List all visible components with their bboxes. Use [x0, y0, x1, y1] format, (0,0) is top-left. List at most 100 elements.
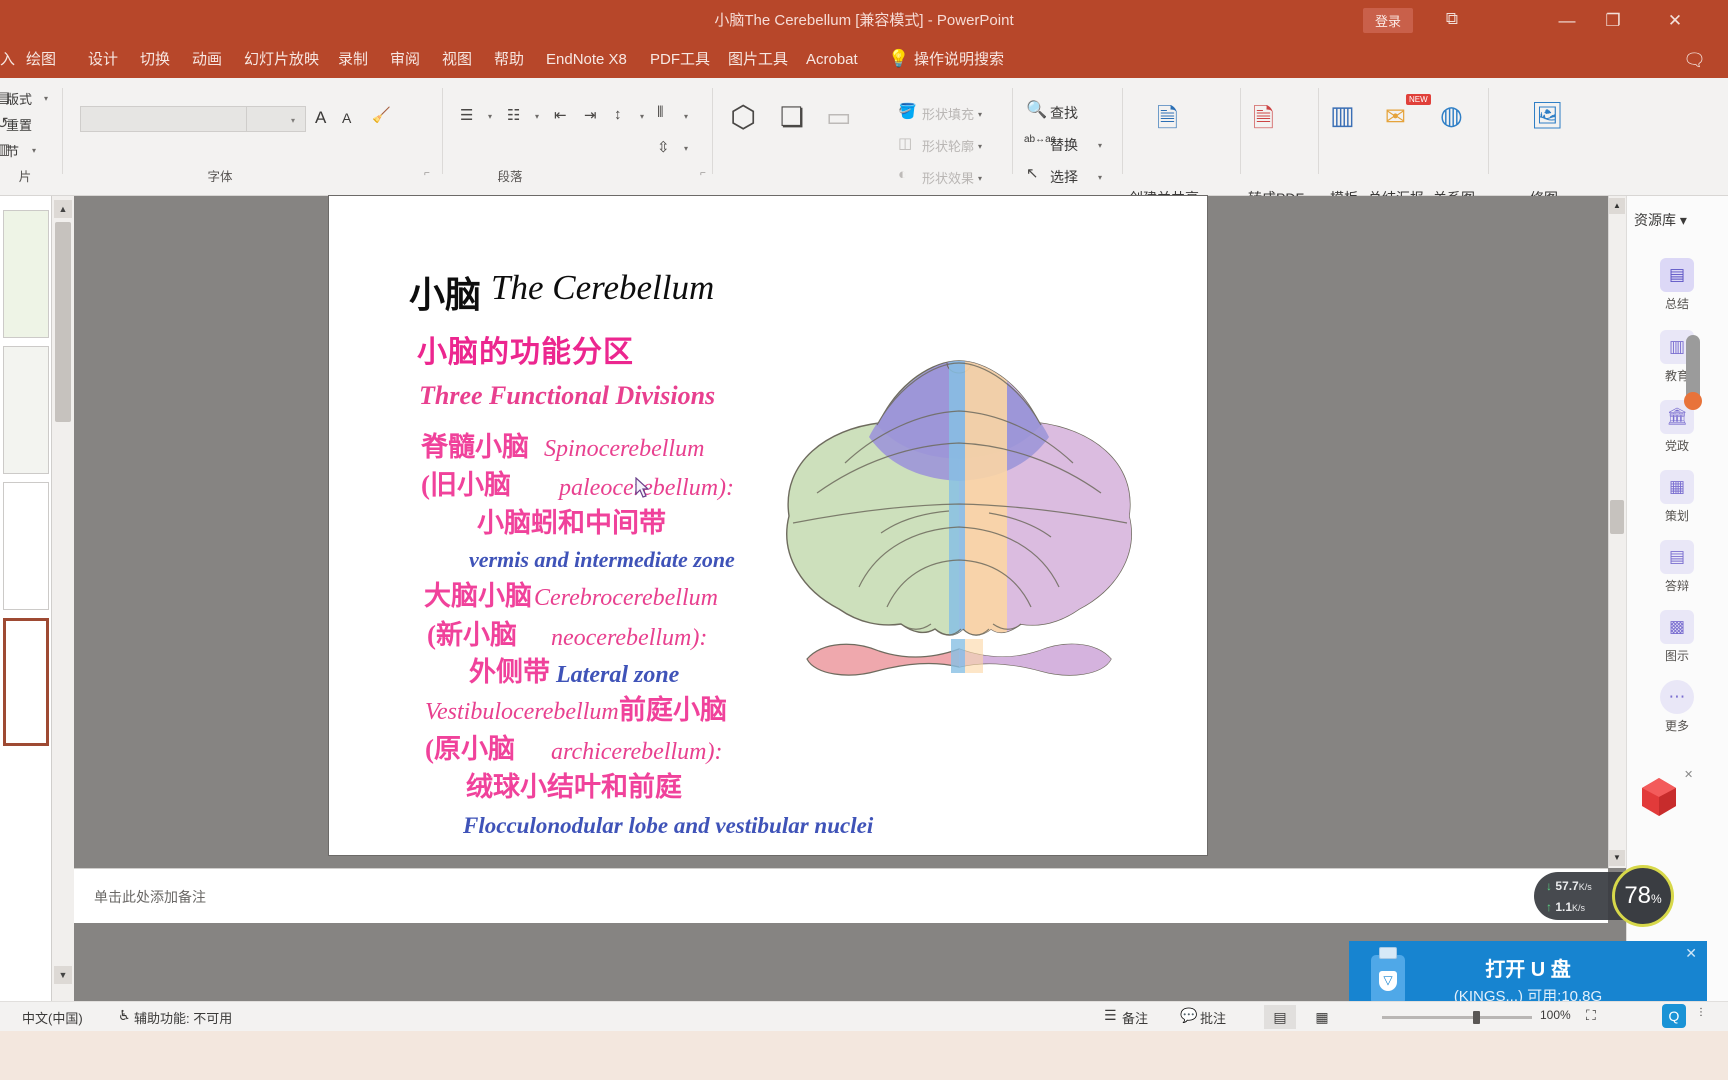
template-icon[interactable]: ▥ [1330, 100, 1355, 131]
sidebar-item-defense[interactable]: ▤ 答辩 [1640, 540, 1714, 594]
language-status[interactable]: 中文(中国) [22, 1008, 83, 1027]
align-text-caret-icon[interactable]: ▾ [684, 144, 688, 153]
select-caret-icon[interactable]: ▾ [1098, 173, 1102, 182]
cpu-usage-widget[interactable]: 78% [1612, 865, 1674, 927]
sidebar-item-diagram[interactable]: ▩ 图示 [1640, 610, 1714, 664]
tab-design[interactable]: 设计 [88, 41, 118, 78]
usb-toast-title[interactable]: 打开 U 盘 [1349, 953, 1707, 982]
notes-button[interactable]: 备注 [1122, 1008, 1148, 1027]
sidebar-item-planning[interactable]: ▦ 策划 [1640, 470, 1714, 524]
find-button[interactable]: 查找 [1050, 103, 1078, 123]
tab-record[interactable]: 录制 [338, 41, 368, 78]
text-align-vertical-icon[interactable]: ⦀ [657, 104, 664, 121]
shape-outline-button[interactable]: 形状轮廓 [922, 136, 974, 155]
select-button[interactable]: 选择 [1050, 167, 1078, 187]
layout-button[interactable]: 版式 [6, 89, 32, 108]
resource-library-title[interactable]: 资源库 ▾ [1634, 210, 1687, 230]
report-icon[interactable]: ✉ [1385, 102, 1406, 132]
tab-picture-tools[interactable]: 图片工具 [728, 41, 788, 78]
share-icon[interactable]: 🗨 [1683, 50, 1706, 71]
font-size-combo[interactable]: ▾ [246, 106, 306, 132]
slide-thumbnail-3[interactable] [3, 482, 49, 610]
slide-scroll-down-icon[interactable]: ▼ [1609, 850, 1625, 866]
qq-pinyin-icon[interactable]: Q [1662, 1004, 1686, 1028]
find-icon[interactable]: 🔍 [1026, 100, 1047, 120]
retouch-image-icon[interactable]: 🖼 [1531, 100, 1564, 131]
slide-sorter-icon[interactable]: ▦ [1306, 1005, 1338, 1029]
wps-assistant-icon[interactable] [1638, 775, 1680, 817]
bullets-caret-icon[interactable]: ▾ [488, 112, 492, 121]
section-caret-icon[interactable]: ▾ [32, 146, 36, 155]
slide-thumbnail-1[interactable] [3, 210, 49, 338]
comments-button[interactable]: 批注 [1200, 1008, 1226, 1027]
convert-to-pdf-icon[interactable]: 🗎 [1253, 100, 1274, 144]
tell-me-lightbulb-icon[interactable]: 💡 [888, 49, 909, 69]
tab-animations[interactable]: 动画 [192, 41, 222, 78]
decrease-font-size-button[interactable]: A [342, 110, 351, 126]
chevron-down-icon[interactable]: ▾ [1676, 212, 1687, 228]
sidebar-item-summary[interactable]: ▤ 总结 [1640, 258, 1714, 312]
tab-slideshow[interactable]: 幻灯片放映 [244, 41, 319, 78]
slide-thumbnail-2[interactable] [3, 346, 49, 474]
section-button[interactable]: 节 [6, 141, 19, 160]
restore-button[interactable]: ❐ [1590, 0, 1636, 41]
align-text-icon[interactable]: ⇳ [657, 138, 670, 156]
notes-pane[interactable]: 单击此处添加备注 [74, 868, 1608, 923]
quick-styles-icon[interactable]: ▭ [826, 102, 852, 133]
tab-view[interactable]: 视图 [442, 41, 472, 78]
comments-icon[interactable]: 💬 [1180, 1007, 1197, 1024]
ime-more-icon[interactable]: ⋮ [1696, 1007, 1706, 1018]
increase-font-size-button[interactable]: A [315, 108, 326, 128]
numbering-caret-icon[interactable]: ▾ [535, 112, 539, 121]
shape-fill-caret-icon[interactable]: ▾ [978, 110, 982, 119]
layout-caret-icon[interactable]: ▾ [44, 94, 48, 103]
bullets-icon[interactable]: ☰ [460, 106, 473, 124]
sign-in-button[interactable]: 登录 [1362, 8, 1413, 33]
line-spacing-icon[interactable]: ↕ [614, 106, 622, 123]
thumbnail-scroll-up-icon[interactable]: ▲ [54, 200, 72, 218]
wps-close-icon[interactable]: ✕ [1684, 768, 1693, 781]
tab-review[interactable]: 审阅 [390, 41, 420, 78]
reset-button[interactable]: 重置 [6, 115, 32, 134]
valign-caret-icon[interactable]: ▾ [684, 112, 688, 121]
normal-view-icon[interactable]: ▤ [1264, 1005, 1296, 1029]
shape-fill-button[interactable]: 形状填充 [922, 104, 974, 123]
sidebar-item-more[interactable]: ⋯ 更多 [1640, 680, 1714, 734]
thumbnail-scroll-thumb[interactable] [55, 222, 71, 422]
paragraph-dialog-launcher[interactable]: ⌐ [700, 168, 706, 179]
tab-insert[interactable]: 入 [0, 41, 15, 78]
notes-placeholder[interactable]: 单击此处添加备注 [94, 887, 206, 907]
zoom-slider-knob[interactable] [1473, 1011, 1480, 1024]
arrange-icon[interactable]: ❏ [780, 102, 804, 133]
clear-formatting-icon[interactable]: 🧹 [372, 106, 391, 124]
shape-effects-caret-icon[interactable]: ▾ [978, 174, 982, 183]
fit-to-window-icon[interactable]: ⛶ [1586, 1007, 1596, 1024]
tab-pdf-tools[interactable]: PDF工具 [650, 41, 710, 78]
ribbon-display-options-icon[interactable]: ⧉ [1446, 9, 1458, 29]
usb-toast-close-icon[interactable]: ✕ [1685, 945, 1697, 962]
sidebar-item-government[interactable]: 🏛 党政 [1640, 400, 1714, 454]
tab-transitions[interactable]: 切换 [140, 41, 170, 78]
minimize-button[interactable]: — [1544, 0, 1590, 41]
font-name-combo[interactable]: ▾ [80, 106, 265, 132]
close-button[interactable]: ✕ [1652, 0, 1698, 41]
numbering-icon[interactable]: ☷ [507, 106, 520, 124]
tab-endnote[interactable]: EndNote X8 [546, 41, 627, 78]
slide-editing-area[interactable]: 小脑 The Cerebellum 小脑的功能分区 Three Function… [74, 195, 1608, 868]
accessibility-status[interactable]: 辅助功能: 不可用 [134, 1008, 232, 1027]
shapes-icon[interactable]: ⬡ [730, 100, 756, 135]
tab-help[interactable]: 帮助 [494, 41, 524, 78]
slide-scroll-up-icon[interactable]: ▲ [1609, 198, 1625, 214]
tab-acrobat[interactable]: Acrobat [806, 41, 858, 78]
shape-outline-caret-icon[interactable]: ▾ [978, 142, 982, 151]
zoom-slider-track[interactable] [1382, 1016, 1532, 1019]
tab-draw[interactable]: 绘图 [26, 41, 56, 78]
line-spacing-caret-icon[interactable]: ▾ [640, 112, 644, 121]
slide-scroll-thumb[interactable] [1610, 500, 1624, 534]
thumbnail-scroll-down-icon[interactable]: ▼ [54, 966, 72, 984]
tell-me-search[interactable]: 操作说明搜索 [914, 41, 1004, 78]
replace-button[interactable]: 替换 [1050, 135, 1078, 155]
current-slide[interactable]: 小脑 The Cerebellum 小脑的功能分区 Three Function… [328, 195, 1208, 856]
relation-diagram-icon[interactable]: ◍ [1440, 100, 1463, 131]
slide-thumbnail-panel[interactable] [0, 196, 52, 1001]
